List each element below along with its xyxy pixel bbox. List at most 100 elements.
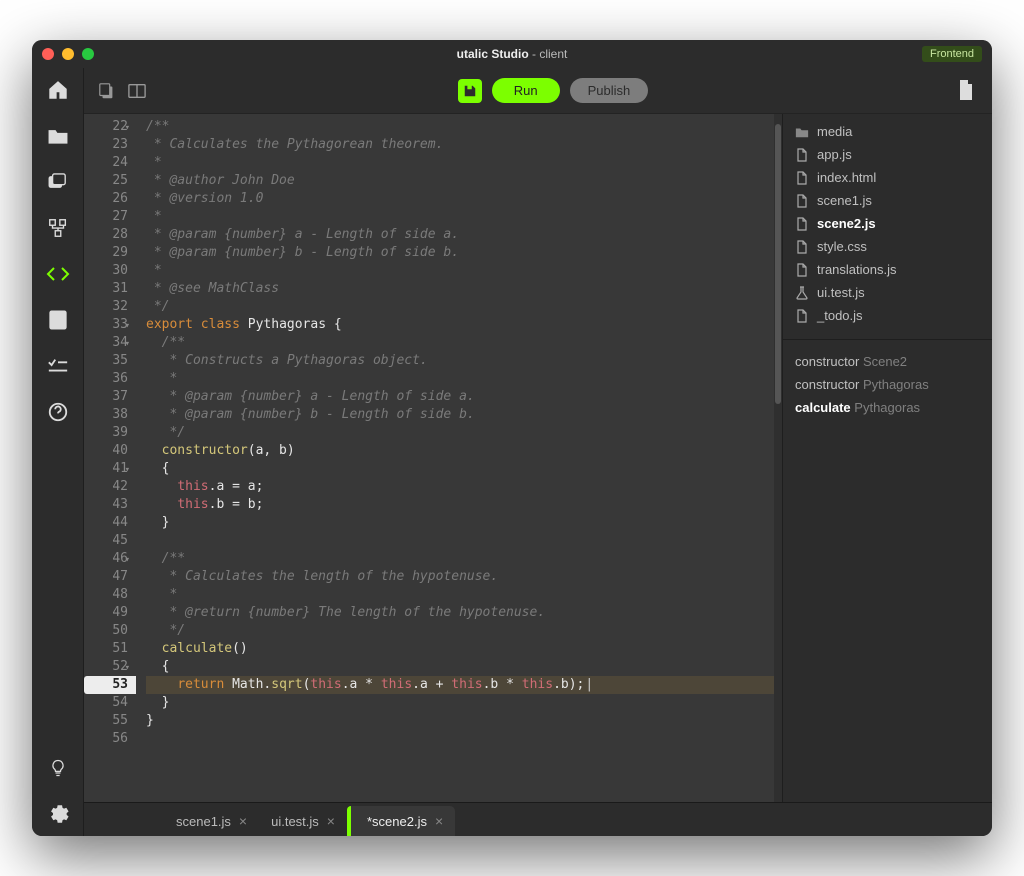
line-number[interactable]: 28	[84, 226, 128, 244]
code-line[interactable]: */	[146, 298, 774, 316]
line-number[interactable]: 56	[84, 730, 128, 748]
outline-item[interactable]: calculate Pythagoras	[795, 396, 980, 419]
line-number[interactable]: 32	[84, 298, 128, 316]
code-line[interactable]: * @param {number} b - Length of side b.	[146, 244, 774, 262]
code-line[interactable]: {	[146, 460, 774, 478]
code-line[interactable]: *	[146, 262, 774, 280]
checklist-icon[interactable]	[46, 354, 70, 378]
close-tab-icon[interactable]: ×	[239, 813, 247, 829]
code-line[interactable]: {	[146, 658, 774, 676]
save-button[interactable]	[458, 79, 482, 103]
maximize-window-button[interactable]	[82, 48, 94, 60]
line-number[interactable]: 29	[84, 244, 128, 262]
code-line[interactable]: * Constructs a Pythagoras object.	[146, 352, 774, 370]
line-number[interactable]: 35	[84, 352, 128, 370]
minimize-window-button[interactable]	[62, 48, 74, 60]
close-tab-icon[interactable]: ×	[435, 813, 443, 829]
line-number[interactable]: 49	[84, 604, 128, 622]
code-line[interactable]: /**	[146, 550, 774, 568]
line-number[interactable]: 38	[84, 406, 128, 424]
editor-tab[interactable]: scene1.js×	[164, 806, 259, 836]
line-number[interactable]: 51	[84, 640, 128, 658]
line-number[interactable]: 34	[84, 334, 128, 352]
line-number[interactable]: 53	[84, 676, 136, 694]
file-item[interactable]: scene2.js	[783, 212, 992, 235]
line-number[interactable]: 55	[84, 712, 128, 730]
scrollbar-thumb[interactable]	[775, 124, 781, 404]
line-number[interactable]: 43	[84, 496, 128, 514]
run-button[interactable]: Run	[492, 78, 560, 103]
line-number[interactable]: 33	[84, 316, 128, 334]
code-line[interactable]: * @author John Doe	[146, 172, 774, 190]
line-number[interactable]: 40	[84, 442, 128, 460]
publish-button[interactable]: Publish	[570, 78, 649, 103]
line-number[interactable]: 54	[84, 694, 128, 712]
home-icon[interactable]	[46, 78, 70, 102]
outline-item[interactable]: constructor Scene2	[795, 350, 980, 373]
code-line[interactable]: *	[146, 370, 774, 388]
code-line[interactable]: * @version 1.0	[146, 190, 774, 208]
outline-item[interactable]: constructor Pythagoras	[795, 373, 980, 396]
help-icon[interactable]	[46, 400, 70, 424]
code-line[interactable]: constructor(a, b)	[146, 442, 774, 460]
code-line[interactable]: * Calculates the length of the hypotenus…	[146, 568, 774, 586]
graph-icon[interactable]	[46, 216, 70, 240]
code-line[interactable]: *	[146, 586, 774, 604]
line-number[interactable]: 23	[84, 136, 128, 154]
line-number[interactable]: 37	[84, 388, 128, 406]
code-line[interactable]: * @param {number} a - Length of side a.	[146, 226, 774, 244]
code-line[interactable]: this.a = a;	[146, 478, 774, 496]
code-line[interactable]	[146, 532, 774, 550]
code-line[interactable]: * Calculates the Pythagorean theorem.	[146, 136, 774, 154]
line-number[interactable]: 50	[84, 622, 128, 640]
line-number[interactable]: 31	[84, 280, 128, 298]
line-number[interactable]: 42	[84, 478, 128, 496]
windows-icon[interactable]	[46, 170, 70, 194]
file-item[interactable]: app.js	[783, 143, 992, 166]
file-item[interactable]: media	[783, 120, 992, 143]
line-number[interactable]: 24	[84, 154, 128, 172]
line-number[interactable]: 22	[84, 118, 128, 136]
environment-badge[interactable]: Frontend	[922, 46, 982, 62]
line-number[interactable]: 26	[84, 190, 128, 208]
close-tab-icon[interactable]: ×	[327, 813, 335, 829]
code-line[interactable]: */	[146, 622, 774, 640]
code-icon[interactable]	[46, 262, 70, 286]
line-number[interactable]: 47	[84, 568, 128, 586]
split-view-icon[interactable]	[126, 80, 148, 102]
code-line[interactable]: *	[146, 154, 774, 172]
code-line[interactable]: * @param {number} a - Length of side a.	[146, 388, 774, 406]
folder-icon[interactable]	[46, 124, 70, 148]
code-line[interactable]: * @return {number} The length of the hyp…	[146, 604, 774, 622]
code-line[interactable]: }	[146, 712, 774, 730]
settings-icon[interactable]	[46, 802, 70, 826]
code-line[interactable]: export class Pythagoras {	[146, 316, 774, 334]
document-icon[interactable]	[958, 80, 980, 102]
line-number[interactable]: 48	[84, 586, 128, 604]
line-number[interactable]: 39	[84, 424, 128, 442]
code-editor[interactable]: 2223242526272829303132333435363738394041…	[84, 114, 782, 802]
editor-tab[interactable]: *scene2.js×	[347, 806, 455, 836]
file-item[interactable]: index.html	[783, 166, 992, 189]
lightbulb-icon[interactable]	[46, 756, 70, 780]
file-item[interactable]: _todo.js	[783, 304, 992, 327]
code-line[interactable]: }	[146, 514, 774, 532]
line-number[interactable]: 44	[84, 514, 128, 532]
line-number[interactable]: 45	[84, 532, 128, 550]
code-line[interactable]: * @param {number} b - Length of side b.	[146, 406, 774, 424]
file-item[interactable]: scene1.js	[783, 189, 992, 212]
copy-icon[interactable]	[96, 80, 118, 102]
code-line[interactable]: *	[146, 208, 774, 226]
close-window-button[interactable]	[42, 48, 54, 60]
line-number[interactable]: 41	[84, 460, 128, 478]
line-number[interactable]: 46	[84, 550, 128, 568]
code-line[interactable]: this.b = b;	[146, 496, 774, 514]
file-item[interactable]: ui.test.js	[783, 281, 992, 304]
line-number[interactable]: 52	[84, 658, 128, 676]
code-line[interactable]: return Math.sqrt(this.a * this.a + this.…	[146, 676, 774, 694]
code-line[interactable]: }	[146, 694, 774, 712]
editor-tab[interactable]: ui.test.js×	[259, 806, 347, 836]
code-line[interactable]	[146, 730, 774, 748]
line-number[interactable]: 27	[84, 208, 128, 226]
editor-scrollbar[interactable]	[774, 114, 782, 802]
